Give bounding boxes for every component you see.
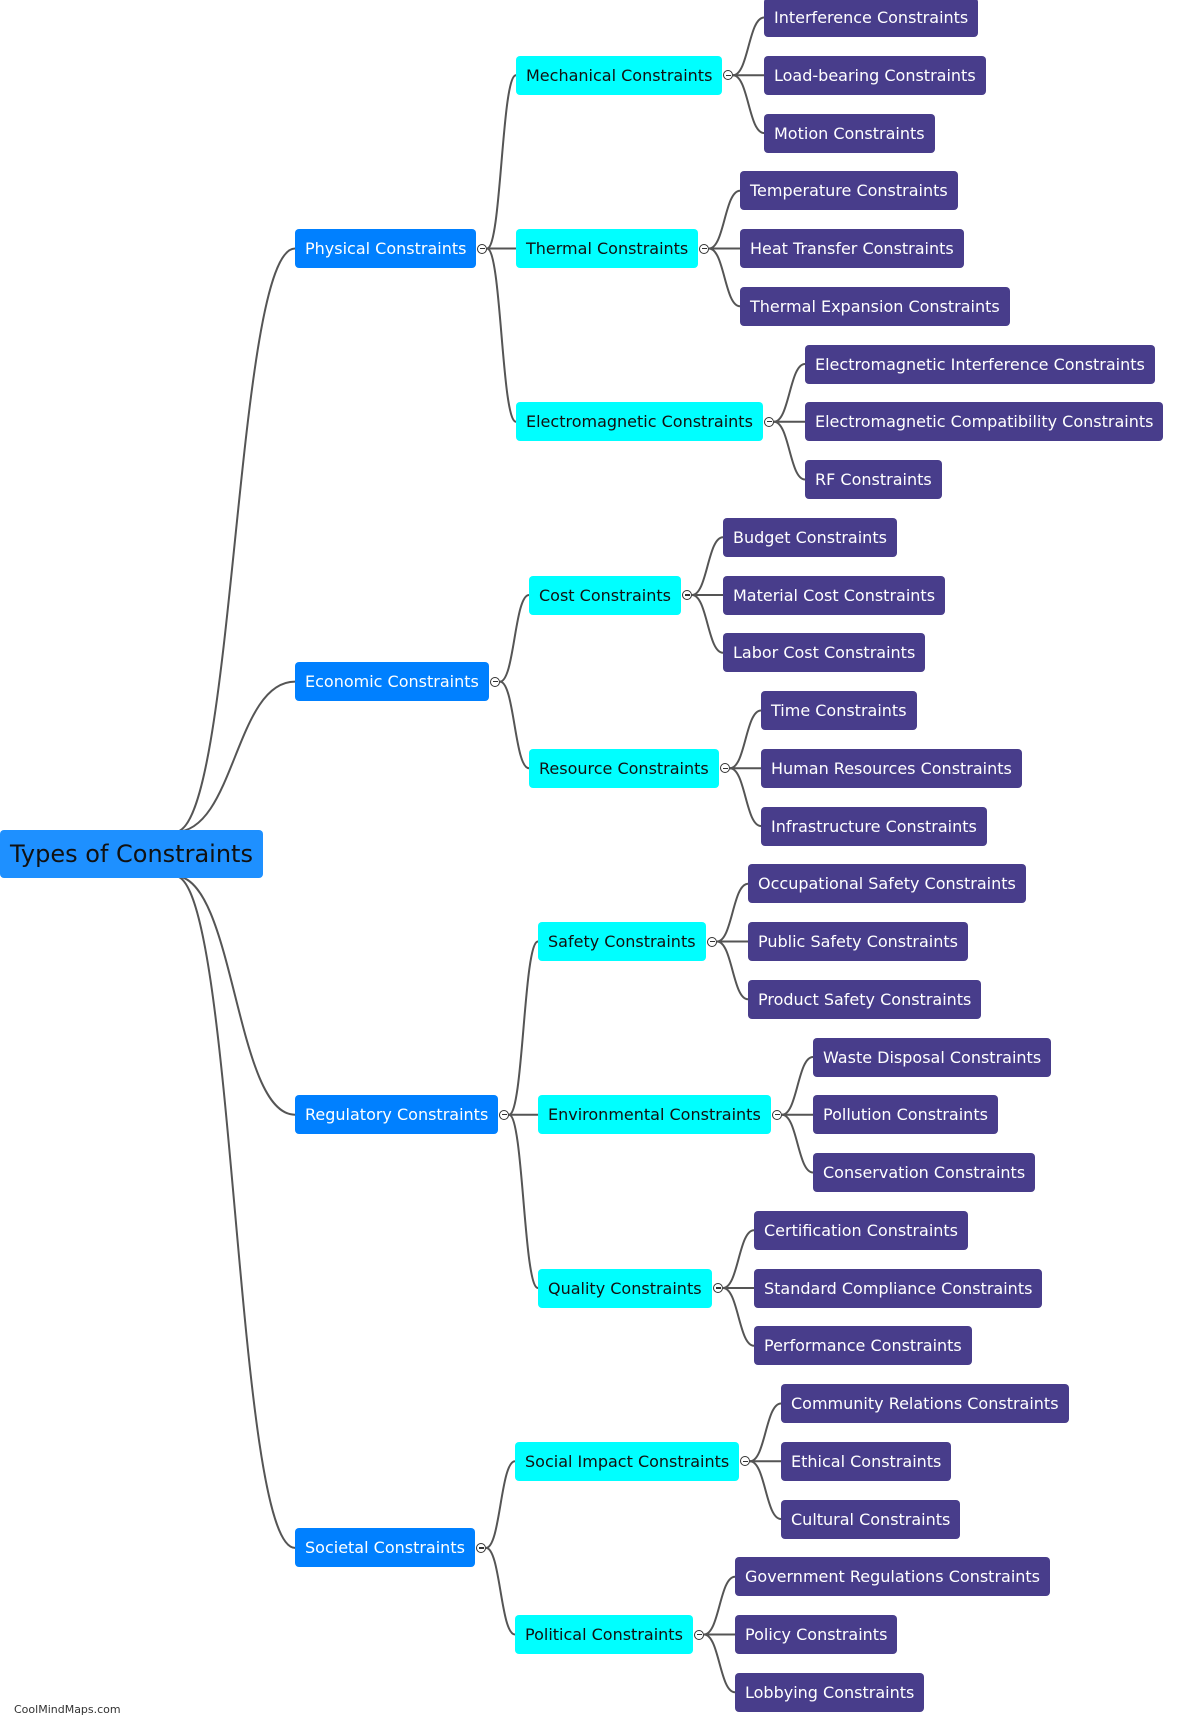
connector-line: [486, 74, 517, 250]
collapse-toggle-icon[interactable]: [477, 243, 487, 254]
node-human-resources-constraints[interactable]: Human Resources Constraints: [761, 748, 1022, 788]
node-thermal-expansion-constraints[interactable]: Thermal Expansion Constraints: [740, 286, 1010, 326]
collapse-toggle-icon[interactable]: [772, 1109, 782, 1120]
connector-line: [749, 1402, 782, 1463]
collapse-toggle-icon[interactable]: [490, 676, 500, 687]
connector-line: [732, 16, 765, 77]
connector-line: [732, 74, 765, 134]
connector-line: [722, 1229, 755, 1289]
node-physical-constraints[interactable]: Physical Constraints: [295, 229, 477, 268]
node-product-safety-constraints[interactable]: Product Safety Constraints: [748, 979, 982, 1019]
node-mechanical-constraints[interactable]: Mechanical Constraints: [516, 55, 723, 95]
node-load-bearing-constraints[interactable]: Load-bearing Constraints: [764, 55, 986, 95]
node-regulatory-constraints[interactable]: Regulatory Constraints: [295, 1095, 499, 1135]
connector-line: [781, 1056, 814, 1116]
node-lobbying-constraints[interactable]: Lobbying Constraints: [735, 1672, 925, 1712]
node-material-cost-constraints[interactable]: Material Cost Constraints: [723, 575, 946, 615]
collapse-toggle-icon[interactable]: [713, 1283, 723, 1293]
collapse-toggle-icon[interactable]: [694, 1629, 704, 1640]
connector-line: [691, 536, 724, 596]
connector-line: [722, 1287, 755, 1347]
connector-line: [773, 420, 806, 481]
node-environmental-constraints[interactable]: Environmental Constraints: [538, 1095, 771, 1135]
connector-line: [773, 363, 806, 423]
node-public-safety-constraints[interactable]: Public Safety Constraints: [748, 922, 968, 961]
connector-line: [174, 875, 296, 1116]
connector-line: [174, 247, 296, 833]
node-societal-constraints[interactable]: Societal Constraints: [295, 1528, 475, 1568]
connector-line: [508, 940, 539, 1116]
node-temperature-constraints[interactable]: Temperature Constraints: [740, 171, 958, 211]
node-infrastructure-constraints[interactable]: Infrastructure Constraints: [761, 806, 987, 846]
node-interference-constraints[interactable]: Interference Constraints: [764, 0, 979, 37]
node-community-relations-constraints[interactable]: Community Relations Constraints: [781, 1384, 1069, 1423]
node-certification-constraints[interactable]: Certification Constraints: [754, 1210, 969, 1250]
collapse-toggle-icon[interactable]: [699, 243, 709, 254]
node-electromagnetic-interference-constraints[interactable]: Electromagnetic Interference Constraints: [805, 344, 1155, 384]
node-rf-constraints[interactable]: RF Constraints: [805, 460, 942, 499]
connector-line: [781, 1113, 814, 1174]
connector-line: [485, 1546, 516, 1636]
node-labor-cost-constraints[interactable]: Labor Cost Constraints: [723, 633, 926, 673]
collapse-toggle-icon[interactable]: [707, 936, 717, 947]
node-budget-constraints[interactable]: Budget Constraints: [723, 517, 897, 557]
collapse-toggle-icon[interactable]: [682, 590, 692, 600]
connector-line: [174, 875, 296, 1549]
node-electromagnetic-constraints[interactable]: Electromagnetic Constraints: [516, 402, 763, 442]
node-heat-transfer-constraints[interactable]: Heat Transfer Constraints: [740, 229, 964, 268]
connector-line: [716, 940, 749, 1001]
node-performance-constraints[interactable]: Performance Constraints: [754, 1326, 972, 1366]
node-occupational-safety-constraints[interactable]: Occupational Safety Constraints: [748, 864, 1026, 904]
collapse-toggle-icon[interactable]: [764, 416, 774, 427]
connector-line: [485, 1460, 516, 1549]
node-thermal-constraints[interactable]: Thermal Constraints: [516, 229, 699, 268]
node-cultural-constraints[interactable]: Cultural Constraints: [781, 1499, 961, 1539]
connector-line: [499, 594, 530, 683]
node-political-constraints[interactable]: Political Constraints: [515, 1615, 693, 1654]
connector-line: [486, 247, 517, 423]
connector-line: [749, 1460, 782, 1520]
connector-line: [729, 767, 762, 827]
connector-line: [703, 1633, 736, 1694]
node-quality-constraints[interactable]: Quality Constraints: [538, 1268, 712, 1308]
node-economic-constraints[interactable]: Economic Constraints: [295, 662, 489, 702]
node-policy-constraints[interactable]: Policy Constraints: [735, 1615, 898, 1654]
connector-line: [499, 680, 530, 770]
connector-line: [508, 1113, 539, 1289]
node-safety-constraints[interactable]: Safety Constraints: [538, 922, 706, 961]
node-cost-constraints[interactable]: Cost Constraints: [529, 575, 681, 615]
node-electromagnetic-compatibility-constraints[interactable]: Electromagnetic Compatibility Constraint…: [805, 402, 1164, 442]
connector-line: [708, 189, 741, 250]
connector-line: [703, 1575, 736, 1636]
connector-line: [691, 594, 724, 654]
node-conservation-constraints[interactable]: Conservation Constraints: [813, 1153, 1036, 1192]
watermark: CoolMindMaps.com: [14, 1703, 121, 1716]
collapse-toggle-icon[interactable]: [499, 1109, 509, 1120]
node-motion-constraints[interactable]: Motion Constraints: [764, 113, 935, 153]
node-ethical-constraints[interactable]: Ethical Constraints: [781, 1441, 952, 1481]
connector-line: [729, 709, 762, 770]
node-waste-disposal-constraints[interactable]: Waste Disposal Constraints: [813, 1037, 1052, 1077]
connector-line: [716, 882, 749, 943]
node-social-impact-constraints[interactable]: Social Impact Constraints: [515, 1441, 740, 1481]
node-resource-constraints[interactable]: Resource Constraints: [529, 748, 719, 788]
node-types-of-constraints[interactable]: Types of Constraints: [0, 830, 263, 878]
collapse-toggle-icon[interactable]: [476, 1542, 486, 1553]
connector-line: [708, 247, 741, 308]
node-government-regulations-constraints[interactable]: Government Regulations Constraints: [735, 1557, 1051, 1597]
node-pollution-constraints[interactable]: Pollution Constraints: [813, 1095, 998, 1135]
node-time-constraints[interactable]: Time Constraints: [761, 691, 917, 730]
node-standard-compliance-constraints[interactable]: Standard Compliance Constraints: [754, 1268, 1043, 1308]
